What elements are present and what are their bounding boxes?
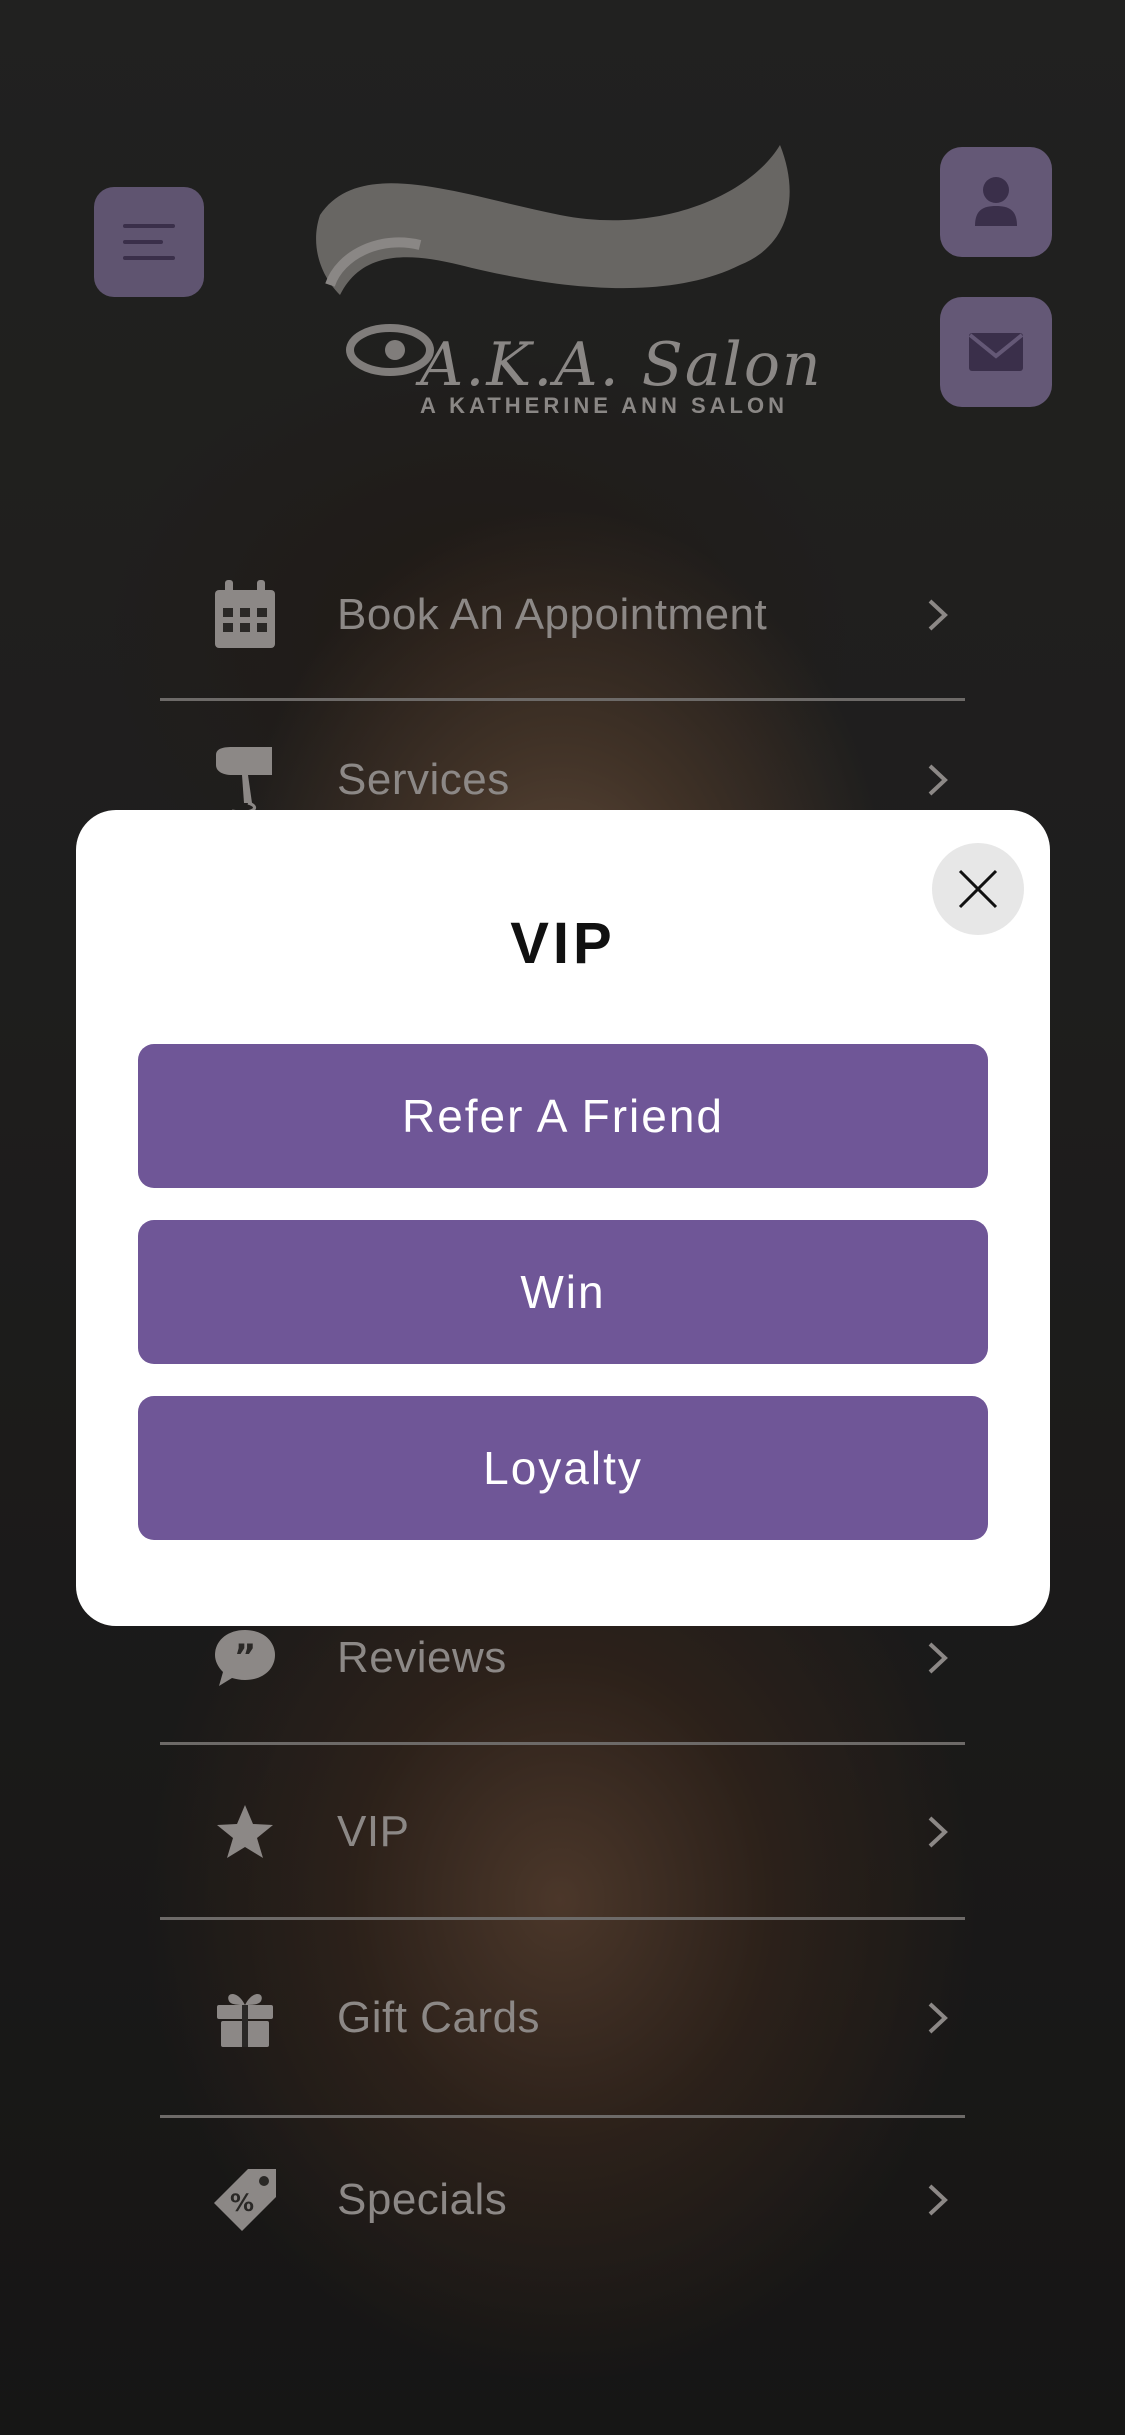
close-icon	[958, 869, 998, 909]
loyalty-button[interactable]: Loyalty	[138, 1396, 988, 1540]
win-button[interactable]: Win	[138, 1220, 988, 1364]
refer-a-friend-button[interactable]: Refer A Friend	[138, 1044, 988, 1188]
modal-title: VIP	[510, 911, 616, 976]
vip-modal: VIP Refer A Friend Win Loyalty	[76, 810, 1050, 1626]
